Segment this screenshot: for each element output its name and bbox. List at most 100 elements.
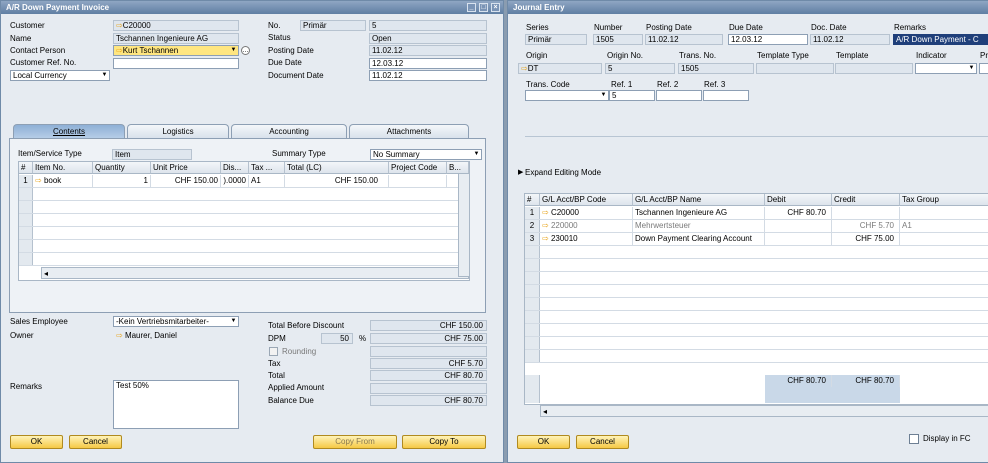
table-row[interactable]	[525, 350, 988, 363]
table-row[interactable]	[19, 253, 469, 266]
contact-detail-icon[interactable]: …	[241, 46, 250, 55]
dpm-amount-field[interactable]: CHF 75.00	[370, 333, 487, 344]
origin-field[interactable]: ⇨DT	[518, 63, 602, 74]
table-row[interactable]	[525, 259, 988, 272]
col-header[interactable]: G/L Acct/BP Name	[633, 194, 765, 206]
origin-no-field[interactable]: 5	[605, 63, 675, 74]
ok-button[interactable]: OK	[10, 435, 63, 449]
project-code-cell[interactable]	[389, 175, 447, 187]
tab-accounting[interactable]: Accounting	[231, 124, 347, 139]
expand-editing-mode-link[interactable]: Expand Editing Mode	[525, 167, 601, 178]
table-row[interactable]	[19, 240, 469, 253]
col-header[interactable]: Project Code	[389, 162, 447, 174]
display-in-fc-checkbox[interactable]	[909, 434, 919, 444]
trans-no-field[interactable]: 1505	[678, 63, 754, 74]
ref2-input[interactable]	[656, 90, 702, 101]
ok-button[interactable]: OK	[517, 435, 570, 449]
due-date-input[interactable]: 12.03.12	[369, 58, 487, 69]
copy-to-button[interactable]: Copy To	[402, 435, 486, 449]
tax-code-cell[interactable]: A1	[249, 175, 285, 187]
items-table[interactable]: # Item No. Quantity Unit Price Dis... Ta…	[18, 161, 470, 281]
horizontal-scrollbar[interactable]: ◂▸	[41, 267, 469, 279]
doc-number-field[interactable]: 5	[369, 20, 487, 31]
document-date-input[interactable]: 11.02.12	[369, 70, 487, 81]
debit-cell[interactable]	[765, 233, 832, 245]
account-name-cell[interactable]: Mehrwertsteuer	[633, 220, 765, 232]
series-field[interactable]: Primär	[525, 34, 587, 45]
copy-from-button[interactable]: Copy From	[313, 435, 397, 449]
item-no-cell[interactable]: ⇨ book	[33, 175, 93, 187]
tab-logistics[interactable]: Logistics	[127, 124, 229, 139]
horizontal-scrollbar[interactable]: ◂	[540, 405, 988, 417]
table-row[interactable]	[525, 285, 988, 298]
dpm-percent-input[interactable]: 50	[321, 333, 353, 344]
col-header[interactable]: G/L Acct/BP Code	[540, 194, 633, 206]
table-row[interactable]	[19, 214, 469, 227]
indicator-select[interactable]: ▼	[915, 63, 977, 74]
link-arrow-icon[interactable]: ⇨	[542, 208, 549, 217]
total-lc-cell[interactable]: CHF 150.00	[285, 175, 389, 187]
table-row[interactable]	[19, 201, 469, 214]
number-field[interactable]: 1505	[593, 34, 643, 45]
rounding-checkbox[interactable]	[269, 347, 278, 356]
table-row[interactable]	[525, 272, 988, 285]
scroll-left-icon[interactable]: ◂	[543, 407, 547, 416]
table-row[interactable]	[19, 227, 469, 240]
debit-cell[interactable]	[765, 220, 832, 232]
credit-cell[interactable]: CHF 75.00	[832, 233, 900, 245]
template-field[interactable]	[835, 63, 913, 74]
quantity-cell[interactable]: 1	[93, 175, 151, 187]
account-name-cell[interactable]: Tschannen Ingenieure AG	[633, 207, 765, 219]
vertical-scrollbar[interactable]	[458, 173, 470, 277]
owner-field[interactable]: ⇨ Maurer, Daniel	[113, 330, 239, 341]
ref3-input[interactable]	[703, 90, 749, 101]
chevron-down-icon[interactable]: ▼	[229, 317, 238, 326]
col-header[interactable]: Unit Price	[151, 162, 221, 174]
tax-group-cell[interactable]	[900, 207, 988, 219]
trans-code-select[interactable]: ▼	[525, 90, 609, 101]
cancel-button[interactable]: Cancel	[69, 435, 122, 449]
credit-cell[interactable]	[832, 207, 900, 219]
posting-date-field[interactable]: 11.02.12	[369, 45, 487, 56]
link-arrow-icon[interactable]: ⇨	[521, 64, 528, 73]
project-field[interactable]	[979, 63, 988, 74]
table-row[interactable]	[525, 298, 988, 311]
scroll-left-icon[interactable]: ◂	[44, 269, 48, 278]
cancel-button[interactable]: Cancel	[576, 435, 629, 449]
contact-person-select[interactable]: ⇨Kurt Tschannen ▼	[113, 45, 239, 56]
series-select[interactable]: Primär	[300, 20, 366, 31]
table-row[interactable]	[525, 311, 988, 324]
tab-attachments[interactable]: Attachments	[349, 124, 469, 139]
currency-select[interactable]: Local Currency ▼	[10, 70, 110, 81]
ref1-input[interactable]: 5	[609, 90, 655, 101]
sales-employee-select[interactable]: -Kein Vertriebsmitarbeiter- ▼	[113, 316, 239, 327]
table-row[interactable]: 2 ⇨ 220000 Mehrwertsteuer CHF 5.70 A1	[525, 220, 988, 233]
col-header[interactable]: Dis...	[221, 162, 249, 174]
discount-cell[interactable]: ).0000	[221, 175, 249, 187]
col-header[interactable]: Credit	[832, 194, 900, 206]
table-row[interactable]	[525, 246, 988, 259]
journal-lines-table[interactable]: # G/L Acct/BP Code G/L Acct/BP Name Debi…	[524, 193, 988, 405]
table-row[interactable]	[19, 188, 469, 201]
account-code-cell[interactable]: ⇨ C20000	[540, 207, 633, 219]
col-header[interactable]: Total (LC)	[285, 162, 389, 174]
table-row[interactable]: 1 ⇨ book 1 CHF 150.00 ).0000 A1 CHF 150.…	[19, 175, 469, 188]
link-arrow-icon[interactable]: ⇨	[116, 21, 123, 30]
col-header[interactable]: Tax ...	[249, 162, 285, 174]
minimize-icon[interactable]: _	[467, 3, 476, 12]
customer-ref-input[interactable]	[113, 58, 239, 69]
customer-field[interactable]: ⇨C20000	[113, 20, 239, 31]
table-row[interactable]	[525, 324, 988, 337]
posting-date-field[interactable]: 11.02.12	[645, 34, 723, 45]
table-row[interactable]	[525, 337, 988, 350]
credit-cell[interactable]: CHF 5.70	[832, 220, 900, 232]
chevron-down-icon[interactable]: ▼	[472, 150, 481, 159]
chevron-down-icon[interactable]: ▼	[967, 64, 976, 73]
name-field[interactable]: Tschannen Ingenieure AG	[113, 33, 239, 44]
col-header[interactable]: #	[19, 162, 33, 174]
doc-date-field[interactable]: 11.02.12	[810, 34, 890, 45]
remarks-textarea[interactable]: Test 50%	[113, 380, 239, 429]
link-arrow-icon[interactable]: ⇨	[116, 331, 123, 340]
col-header[interactable]: Debit	[765, 194, 832, 206]
close-icon[interactable]: ×	[491, 3, 500, 12]
